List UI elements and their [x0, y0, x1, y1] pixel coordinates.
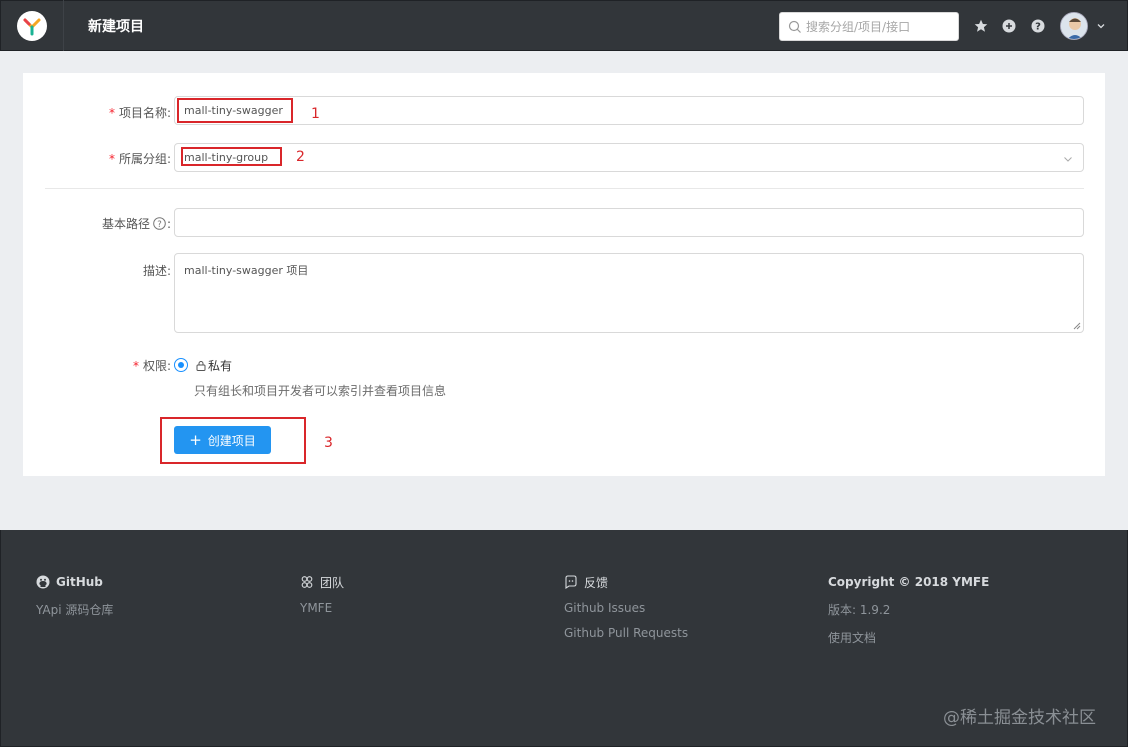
- footer-title-github: GitHub: [56, 575, 103, 589]
- footer-col-copyright: Copyright © 2018 YMFE 版本: 1.9.2 使用文档: [828, 574, 989, 646]
- github-icon: [36, 575, 50, 589]
- annotation-number-1: 1: [311, 106, 320, 122]
- team-icon: [301, 576, 313, 588]
- search-input[interactable]: [806, 19, 956, 34]
- base-path-input[interactable]: [174, 208, 1084, 237]
- lock-icon: [196, 361, 206, 371]
- footer-link-github-issues[interactable]: Github Issues: [564, 601, 688, 615]
- footer-col-team: 团队 YMFE: [300, 574, 345, 616]
- footer-col-feedback: 反馈 Github Issues Github Pull Requests: [564, 574, 688, 640]
- footer-link-github-prs[interactable]: Github Pull Requests: [564, 626, 688, 640]
- logo-area[interactable]: [1, 0, 64, 51]
- annotation-number-2: 2: [296, 149, 305, 165]
- description-textarea[interactable]: mall-tiny-swagger 项目: [174, 253, 1084, 333]
- footer-link-docs[interactable]: 使用文档: [828, 629, 989, 646]
- description-label: 描述:: [142, 264, 171, 278]
- base-path-label: 基本路径 ? :: [101, 216, 171, 232]
- description-value: mall-tiny-swagger 项目: [184, 264, 309, 277]
- add-circle-icon[interactable]: [1001, 18, 1017, 34]
- form-divider: [45, 188, 1084, 189]
- search-box[interactable]: [779, 12, 959, 41]
- footer-copyright: Copyright © 2018 YMFE: [828, 575, 990, 589]
- page-title: 新建项目: [88, 18, 144, 35]
- create-project-form: * 项目名称: mall-tiny-swagger 1 * 所属分组: mall-t…: [23, 73, 1105, 476]
- watermark: @稀土掘金技术社区: [943, 708, 1096, 728]
- footer-title-team: 团队: [320, 575, 345, 590]
- svg-text:?: ?: [1035, 22, 1041, 33]
- footer-title-feedback: 反馈: [584, 575, 609, 590]
- question-circle-icon[interactable]: ?: [153, 217, 166, 230]
- help-icon[interactable]: ?: [1030, 18, 1046, 34]
- private-radio[interactable]: [174, 358, 188, 372]
- footer-link-yapi-repo[interactable]: YApi 源码仓库: [36, 601, 113, 618]
- annotation-box-2: [181, 147, 282, 166]
- project-name-label: * 项目名称:: [108, 106, 171, 120]
- private-option-label: 私有: [208, 359, 233, 373]
- search-icon: [788, 20, 801, 33]
- group-select[interactable]: mall-tiny-group: [174, 143, 1084, 172]
- footer-version: 版本: 1.9.2: [828, 603, 891, 617]
- resize-handle-icon[interactable]: [1073, 322, 1081, 330]
- chevron-down-icon: [1064, 157, 1072, 162]
- yapi-logo-icon[interactable]: [17, 10, 47, 41]
- footer-link-ymfe[interactable]: YMFE: [300, 601, 344, 615]
- footer-col-github: GitHub YApi 源码仓库: [36, 574, 113, 618]
- annotation-box-3: [160, 417, 306, 464]
- permission-label: * 权限:: [132, 359, 171, 373]
- star-icon[interactable]: [973, 18, 989, 34]
- annotation-box-1: [177, 98, 293, 123]
- private-option[interactable]: 私有: [196, 357, 232, 374]
- feedback-icon: [565, 575, 577, 589]
- group-label: * 所属分组:: [108, 152, 171, 166]
- svg-text:?: ?: [157, 220, 162, 230]
- top-header: 新建项目 ?: [0, 0, 1128, 51]
- annotation-number-3: 3: [324, 435, 333, 451]
- chevron-down-icon[interactable]: [1096, 21, 1106, 31]
- user-avatar[interactable]: [1060, 12, 1088, 40]
- permission-hint: 只有组长和项目开发者可以索引并查看项目信息: [194, 384, 447, 398]
